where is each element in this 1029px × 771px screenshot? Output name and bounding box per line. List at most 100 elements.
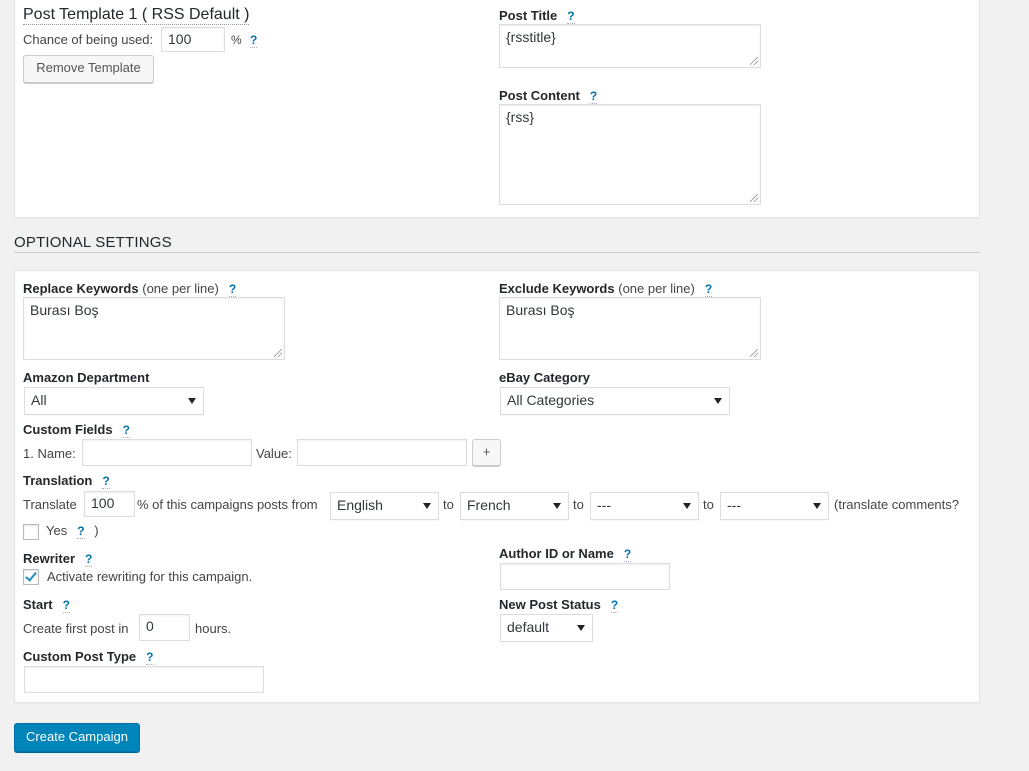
ebay-category-select[interactable]: All Categories [500, 387, 730, 415]
custom-post-type-label: Custom Post Type? [23, 649, 154, 665]
post-content-label: Post Content? [499, 88, 598, 104]
new-post-status-label: New Post Status? [499, 597, 619, 613]
dropdown-arrow-icon [683, 503, 691, 509]
template-title: Post Template 1 ( RSS Default ) [23, 6, 250, 25]
replace-keywords-value: Burası Boş [30, 302, 99, 318]
amazon-department-label: Amazon Department [23, 370, 150, 385]
dropdown-arrow-icon [553, 503, 561, 509]
new-post-status-label-text: New Post Status [499, 597, 601, 612]
dropdown-arrow-icon [423, 503, 431, 509]
exclude-keywords-help-icon[interactable]: ? [704, 282, 713, 297]
to-text-1: to [443, 497, 454, 512]
close-paren: ) [94, 523, 99, 538]
author-label: Author ID or Name? [499, 546, 632, 562]
translate-prefix: Translate [23, 497, 77, 512]
post-title-label-text: Post Title [499, 8, 558, 23]
post-content-textarea[interactable]: {rss} [499, 104, 761, 205]
exclude-keywords-label: Exclude Keywords (one per line)? [499, 281, 713, 297]
replace-keywords-label-text: Replace Keywords [23, 281, 139, 296]
custom-field-value-input[interactable] [297, 439, 467, 466]
rewriter-help-icon[interactable]: ? [85, 552, 93, 567]
chance-label: Chance of being used: [23, 32, 154, 47]
translate-comments-text: (translate comments? [834, 497, 959, 512]
post-title-value: {rsstitle} [506, 29, 556, 45]
to-language-select-1[interactable]: French [460, 492, 569, 520]
custom-fields-help-icon[interactable]: ? [122, 423, 130, 438]
new-post-status-value: default [507, 619, 550, 635]
translate-mid-text: % of this campaigns posts from [137, 497, 318, 512]
to-text-3: to [703, 497, 714, 512]
amazon-department-value: All [31, 392, 47, 408]
custom-post-type-input[interactable] [24, 666, 264, 693]
to-language-value-3: --- [727, 497, 741, 513]
start-suffix: hours. [195, 621, 232, 636]
start-prefix: Create first post in [23, 621, 129, 636]
dropdown-arrow-icon [188, 398, 196, 404]
checkmark-icon [25, 569, 37, 582]
rewriter-label: Rewriter? [23, 551, 93, 567]
start-hours-input[interactable]: 0 [139, 614, 190, 641]
author-label-text: Author ID or Name [499, 546, 614, 561]
post-content-label-text: Post Content [499, 88, 580, 103]
replace-keywords-sub: (one per line) [142, 281, 219, 296]
percent-sign: % [231, 33, 242, 47]
exclude-keywords-sub: (one per line) [618, 281, 695, 296]
to-language-select-3[interactable]: --- [720, 492, 829, 520]
optional-settings-heading: OPTIONAL SETTINGS [14, 234, 172, 251]
custom-post-type-help-icon[interactable]: ? [146, 650, 154, 665]
author-input[interactable] [500, 563, 670, 590]
to-language-value-1: French [467, 497, 511, 513]
add-custom-field-button[interactable]: + [472, 439, 501, 466]
replace-keywords-label: Replace Keywords (one per line)? [23, 281, 237, 297]
resize-grip-icon[interactable] [750, 194, 758, 202]
post-title-textarea[interactable]: {rsstitle} [499, 24, 761, 68]
to-text-2: to [573, 497, 584, 512]
translate-percent-input[interactable]: 100 [84, 491, 135, 517]
translate-comments-checkbox[interactable] [23, 524, 39, 540]
start-help-icon[interactable]: ? [62, 598, 70, 613]
create-campaign-button[interactable]: Create Campaign [14, 723, 140, 752]
dropdown-arrow-icon [577, 625, 585, 631]
author-help-icon[interactable]: ? [623, 547, 632, 562]
custom-field-name-label: 1. Name: [23, 446, 76, 461]
translation-label: Translation? [23, 473, 110, 489]
rewriter-checkbox[interactable] [23, 569, 39, 585]
new-post-status-select[interactable]: default [500, 614, 593, 642]
remove-template-button[interactable]: Remove Template [23, 55, 154, 83]
start-label: Start? [23, 597, 70, 613]
exclude-keywords-value: Burası Boş [506, 302, 575, 318]
replace-keywords-help-icon[interactable]: ? [228, 282, 237, 297]
ebay-category-label: eBay Category [499, 370, 591, 385]
rewriter-text: Activate rewriting for this campaign. [47, 569, 253, 584]
custom-field-value-label: Value: [256, 446, 292, 461]
amazon-department-select[interactable]: All [24, 387, 204, 415]
translation-help-icon[interactable]: ? [102, 474, 110, 489]
from-language-select[interactable]: English [330, 492, 439, 520]
post-template-panel [14, 0, 980, 218]
rewriter-label-text: Rewriter [23, 551, 76, 566]
post-title-help-icon[interactable]: ? [567, 9, 575, 24]
custom-field-name-input[interactable] [82, 439, 252, 466]
start-label-text: Start [23, 597, 53, 612]
to-language-select-2[interactable]: --- [590, 492, 699, 520]
translate-comments-yes: Yes? ) [46, 523, 99, 539]
resize-grip-icon[interactable] [750, 349, 758, 357]
new-post-status-help-icon[interactable]: ? [610, 598, 619, 613]
custom-post-type-label-text: Custom Post Type [23, 649, 137, 664]
from-language-value: English [337, 497, 383, 513]
chance-help-icon[interactable]: ? [250, 33, 258, 48]
translation-label-text: Translation [23, 473, 93, 488]
exclude-keywords-textarea[interactable]: Burası Boş [499, 297, 761, 360]
dropdown-arrow-icon [714, 398, 722, 404]
post-content-help-icon[interactable]: ? [589, 89, 598, 104]
resize-grip-icon[interactable] [750, 57, 758, 65]
replace-keywords-textarea[interactable]: Burası Boş [23, 297, 285, 360]
post-title-label: Post Title? [499, 8, 575, 24]
ebay-category-value: All Categories [507, 392, 595, 408]
post-content-value: {rss} [506, 109, 535, 125]
heading-divider [14, 252, 980, 253]
chance-input[interactable]: 100 [161, 27, 225, 52]
resize-grip-icon[interactable] [274, 349, 282, 357]
custom-fields-label-text: Custom Fields [23, 422, 113, 437]
translate-comments-help-icon[interactable]: ? [77, 524, 85, 539]
